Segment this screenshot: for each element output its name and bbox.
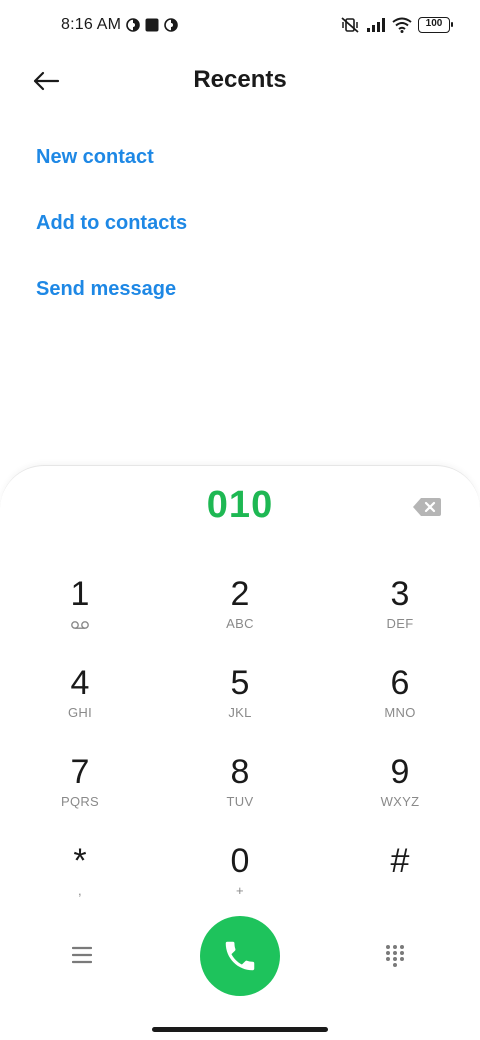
- key-letters: TUV: [226, 794, 254, 809]
- status-right: 100: [340, 16, 453, 34]
- header: Recents: [0, 56, 480, 106]
- keypad-grid-button[interactable]: [385, 944, 405, 968]
- key-4[interactable]: 4 GHI: [0, 663, 160, 752]
- new-contact-link[interactable]: New contact: [36, 140, 187, 206]
- key-digit: 8: [230, 753, 250, 791]
- key-letters: MNO: [384, 705, 416, 720]
- key-2[interactable]: 2 ABC: [160, 574, 320, 663]
- key-digit: 5: [230, 664, 250, 702]
- backspace-button[interactable]: [412, 496, 442, 518]
- key-letters: ,: [78, 883, 82, 898]
- call-button[interactable]: [200, 916, 280, 996]
- mute-vibrate-icon: [341, 17, 359, 33]
- key-letters: ABC: [226, 616, 254, 631]
- key-letters: DEF: [386, 616, 414, 631]
- dialer-screen: 8:16 AM 100 Recents New contact Add to c…: [0, 0, 480, 1040]
- key-3[interactable]: 3 DEF: [320, 574, 480, 663]
- key-letters: PQRS: [60, 794, 100, 809]
- dialer-bottom-bar: [0, 916, 480, 996]
- key-8[interactable]: 8 TUV: [160, 752, 320, 841]
- keypad: 1 2 ABC 3 DEF 4 GHI 5 JKL 6 MNO 7 PQRS 8…: [0, 574, 480, 930]
- key-letters: GHI: [67, 705, 92, 720]
- key-digit: 4: [70, 664, 90, 702]
- key-digit: 7: [70, 753, 90, 791]
- key-letters: WXYZ: [380, 794, 420, 809]
- key-letters: +: [236, 883, 244, 898]
- status-left: 8:16 AM: [61, 16, 178, 34]
- signal-icon: [367, 18, 385, 32]
- send-message-link[interactable]: Send message: [36, 272, 187, 338]
- key-digit: 3: [390, 575, 410, 613]
- key-digit: 6: [390, 664, 410, 702]
- status-bar: 8:16 AM 100: [0, 0, 480, 56]
- status-time: 8:16 AM: [61, 16, 122, 33]
- number-actions: New contact Add to contacts Send message: [36, 140, 187, 338]
- key-digit: 1: [70, 575, 90, 613]
- key-6[interactable]: 6 MNO: [320, 663, 480, 752]
- keypad-row: 1 2 ABC 3 DEF: [0, 574, 480, 663]
- key-digit: *: [73, 842, 87, 880]
- key-digit: 2: [230, 575, 250, 613]
- page-title: Recents: [193, 66, 287, 93]
- square-icon: [145, 18, 159, 32]
- menu-button[interactable]: [71, 946, 98, 966]
- key-7[interactable]: 7 PQRS: [0, 752, 160, 841]
- voicemail-icon: [71, 621, 89, 629]
- home-indicator[interactable]: [152, 1027, 328, 1032]
- theme-icon: [126, 18, 140, 32]
- battery-icon: 100: [418, 17, 453, 33]
- dialed-number[interactable]: 010: [0, 484, 480, 527]
- key-digit: #: [390, 842, 410, 880]
- keypad-row: 4 GHI 5 JKL 6 MNO: [0, 663, 480, 752]
- theme-icon: [164, 18, 178, 32]
- key-digit: 0: [230, 842, 250, 880]
- key-letters: JKL: [228, 705, 252, 720]
- key-5[interactable]: 5 JKL: [160, 663, 320, 752]
- wifi-icon: [392, 17, 412, 33]
- key-1[interactable]: 1: [0, 574, 160, 663]
- menu-icon: [71, 946, 93, 964]
- add-to-contacts-link[interactable]: Add to contacts: [36, 206, 187, 272]
- keypad-row: 7 PQRS 8 TUV 9 WXYZ: [0, 752, 480, 841]
- key-9[interactable]: 9 WXYZ: [320, 752, 480, 841]
- phone-icon: [225, 941, 255, 971]
- backspace-icon: [413, 498, 441, 516]
- dialer-panel: 010 1 2 ABC 3 DEF 4 GHI 5 JKL 6 MNO 7 PQ…: [0, 465, 480, 1040]
- keypad-grid-icon: [386, 945, 404, 967]
- key-digit: 9: [390, 753, 410, 791]
